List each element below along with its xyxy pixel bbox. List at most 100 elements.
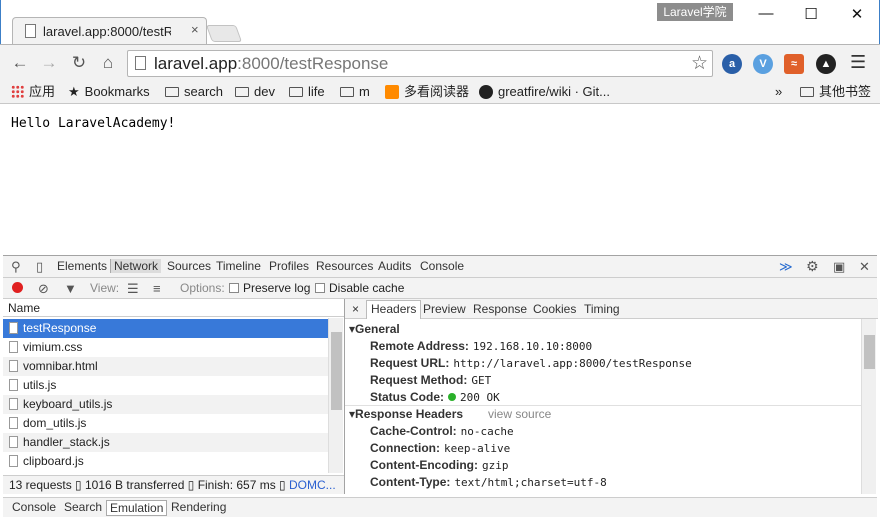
filter-icon[interactable]: ▼ [64, 281, 77, 296]
reload-icon[interactable]: ↻ [69, 53, 89, 73]
tab-headers[interactable]: Headers [366, 300, 422, 319]
view-label: View: [90, 281, 120, 295]
tab-sources[interactable]: Sources [167, 259, 211, 273]
table-row[interactable]: utils.js [3, 376, 328, 395]
bookmark-folder-life[interactable]: life [289, 83, 325, 101]
file-icon [9, 360, 18, 372]
browser-tab[interactable]: laravel.app:8000/testRes × [12, 17, 207, 44]
folder-icon [800, 87, 814, 97]
table-row[interactable]: vomnibar.html [3, 357, 328, 376]
drawer-tab-emulation[interactable]: Emulation [106, 500, 168, 516]
tab-timeline[interactable]: Timeline [216, 259, 261, 273]
bookmark-duokan[interactable]: 多看阅读器 [385, 83, 469, 101]
tab-network[interactable]: Network [110, 259, 162, 273]
table-row[interactable]: vimium.css [3, 338, 328, 357]
tab-cookies[interactable]: Cookies [533, 302, 576, 316]
bookmark-apps[interactable]: 应用 [11, 83, 55, 101]
tab-timing[interactable]: Timing [584, 302, 620, 316]
bookmark-bookmarks[interactable]: ★ Bookmarks [68, 83, 150, 101]
bookmarks-overflow[interactable]: » [775, 83, 782, 101]
status-ok-icon [448, 393, 457, 401]
table-row[interactable]: keyboard_utils.js [3, 395, 328, 414]
network-status-bar: 13 requests ▯ 1016 B transferred ▯ Finis… [3, 475, 344, 494]
remote-address: Remote Address: 192.168.10.10:8000 [370, 339, 593, 353]
extension-a-icon[interactable]: a [722, 54, 742, 74]
dock-icon[interactable]: ▣ [833, 259, 845, 274]
bookmark-other[interactable]: 其他书签 [800, 83, 871, 101]
clear-icon[interactable]: ⊘ [38, 281, 49, 296]
close-detail-icon[interactable]: × [352, 302, 359, 316]
tab-response[interactable]: Response [473, 302, 527, 316]
folder-icon [340, 87, 354, 97]
close-devtools-icon[interactable]: ✕ [859, 259, 870, 274]
drawer-tab-rendering[interactable]: Rendering [168, 500, 229, 514]
preserve-log-checkbox[interactable]: Preserve log [229, 281, 310, 296]
bookmark-folder-dev[interactable]: dev [235, 83, 275, 101]
large-rows-icon[interactable]: ☰ [127, 281, 139, 296]
bookmark-folder-search[interactable]: search [165, 83, 223, 101]
network-toolbar: ⊘ ▼ View: ☰ ≡ Options: Preserve log Disa… [3, 278, 877, 299]
request-url: Request URL: http://laravel.app:8000/test… [370, 356, 692, 370]
header-content-encoding: Content-Encoding: gzip [370, 458, 509, 472]
forward-icon[interactable]: → [39, 53, 59, 73]
console-drawer-icon[interactable]: ≫ [779, 259, 793, 274]
minimize-button[interactable]: — [753, 5, 779, 25]
page-body-text: Hello LaravelAcademy! [11, 116, 176, 131]
gear-icon[interactable]: ⚙ [806, 259, 819, 274]
vimium-icon[interactable]: V [753, 54, 773, 74]
header-cache-control: Cache-Control: no-cache [370, 424, 514, 438]
menu-icon[interactable]: ☰ [850, 52, 866, 73]
bookmark-star-icon[interactable]: ☆ [691, 52, 708, 75]
devtools-panel: ⚲ ▯ Elements Network Sources Timeline Pr… [3, 255, 878, 517]
url-text[interactable]: laravel.app:8000/testResponse [154, 54, 388, 74]
page-info-icon[interactable] [135, 56, 146, 70]
tab-resources[interactable]: Resources [316, 259, 373, 273]
rss-icon[interactable]: ≈ [784, 54, 804, 74]
inspect-search-icon[interactable]: ⚲ [11, 259, 21, 274]
request-method: Request Method: GET [370, 373, 492, 387]
request-list: Name testResponse vimium.css vomnibar.ht… [3, 299, 344, 481]
address-bar[interactable]: laravel.app:8000/testResponse ☆ [127, 50, 713, 77]
response-headers-section-header[interactable]: ▾Response Headers [349, 407, 463, 421]
tab-profiles[interactable]: Profiles [269, 259, 309, 273]
request-list-scrollbar[interactable] [328, 318, 343, 473]
tab-elements[interactable]: Elements [57, 259, 107, 273]
detail-tabbar: × Headers Preview Response Cookies Timin… [345, 299, 878, 319]
close-window-button[interactable]: ✕ [844, 5, 870, 25]
browser-toolbar: ← → ↻ ⌂ laravel.app:8000/testResponse ☆ … [0, 44, 880, 80]
extension-flame-icon[interactable]: ▲ [816, 54, 836, 74]
table-row[interactable]: dom_utils.js [3, 414, 328, 433]
file-icon [9, 417, 18, 429]
table-row[interactable]: testResponse [3, 319, 328, 338]
tab-close-icon[interactable]: × [191, 22, 199, 37]
home-icon[interactable]: ⌂ [98, 53, 118, 73]
overview-icon[interactable]: ≡ [153, 281, 161, 296]
new-tab-button[interactable] [205, 25, 243, 42]
folder-icon [165, 87, 179, 97]
apps-grid-icon [11, 85, 24, 98]
drawer-tab-search[interactable]: Search [61, 500, 105, 514]
profile-badge[interactable]: Laravel学院 [657, 3, 733, 21]
header-content-type: Content-Type: text/html;charset=utf-8 [370, 475, 607, 489]
bookmark-github[interactable]: greatfire/wiki · Git... [479, 83, 610, 101]
maximize-button[interactable]: ☐ [798, 5, 824, 25]
general-section-header[interactable]: ▾General [349, 322, 400, 336]
device-mode-icon[interactable]: ▯ [36, 259, 43, 274]
page-viewport: Hello LaravelAcademy! [3, 105, 877, 255]
file-icon [9, 379, 18, 391]
table-row[interactable]: handler_stack.js [3, 433, 328, 452]
list-header[interactable]: Name [3, 299, 344, 317]
detail-scrollbar[interactable] [861, 319, 876, 494]
back-icon[interactable]: ← [10, 53, 30, 73]
disable-cache-checkbox[interactable]: Disable cache [315, 281, 404, 296]
record-icon[interactable] [12, 282, 23, 293]
status-code: Status Code: 200 OK [370, 390, 500, 404]
tab-audits[interactable]: Audits [378, 259, 411, 273]
bookmark-folder-m[interactable]: m [340, 83, 370, 101]
table-row[interactable]: clipboard.js [3, 452, 328, 471]
drawer-tab-console[interactable]: Console [9, 500, 59, 514]
view-source-link[interactable]: view source [488, 407, 551, 421]
tab-preview[interactable]: Preview [423, 302, 466, 316]
tab-console[interactable]: Console [420, 259, 464, 273]
tab-title: laravel.app:8000/testRes [43, 24, 171, 39]
